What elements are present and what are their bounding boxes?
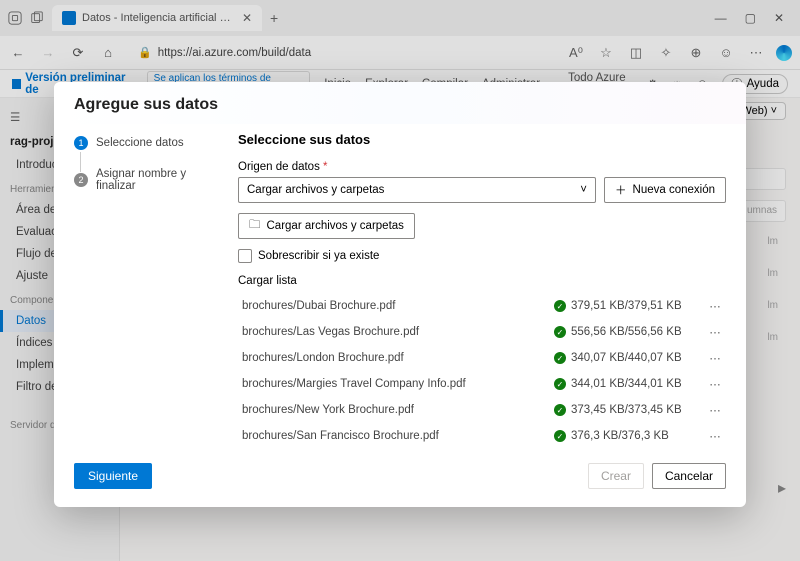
upload-row: brochures/Las Vegas Brochure.pdf✓556,56 … — [238, 319, 726, 345]
wizard-steps: 1 Seleccione datos 2 Asignar nombre y fi… — [74, 128, 214, 449]
upload-row: brochures/Margies Travel Company Info.pd… — [238, 371, 726, 397]
upload-status: ✓340,07 KB/440,07 KB — [554, 352, 704, 364]
success-icon: ✓ — [554, 326, 566, 338]
upload-status: ✓373,45 KB/373,45 KB — [554, 404, 704, 416]
upload-status: ✓376,3 KB/376,3 KB — [554, 430, 704, 442]
cancel-button[interactable]: Cancelar — [652, 463, 726, 489]
row-more-icon[interactable]: ⋯ — [704, 351, 726, 365]
upload-status: ✓379,51 KB/379,51 KB — [554, 300, 704, 312]
checkbox-box — [238, 249, 252, 263]
upload-filename: brochures/Margies Travel Company Info.pd… — [238, 378, 554, 390]
upload-filename: brochures/Dubai Brochure.pdf — [238, 300, 554, 312]
upload-row: brochures/San Francisco Brochure.pdf✓376… — [238, 423, 726, 449]
overwrite-label: Sobrescribir si ya existe — [258, 250, 379, 262]
wizard-step-1[interactable]: 1 Seleccione datos — [74, 136, 214, 150]
row-more-icon[interactable]: ⋯ — [704, 377, 726, 391]
step-label: Seleccione datos — [96, 137, 184, 149]
upload-filename: brochures/London Brochure.pdf — [238, 352, 554, 364]
wizard-step-2[interactable]: 2 Asignar nombre y finalizar — [74, 168, 214, 192]
modal-title: Agregue sus datos — [54, 82, 746, 124]
folder-icon: 🗀 — [249, 217, 261, 236]
upload-filename: brochures/San Francisco Brochure.pdf — [238, 430, 554, 442]
panel: Seleccione sus datos Origen de datos Car… — [238, 128, 726, 449]
modal-footer: Siguiente Crear Cancelar — [54, 449, 746, 507]
upload-row: brochures/London Brochure.pdf✓340,07 KB/… — [238, 345, 726, 371]
row-more-icon[interactable]: ⋯ — [704, 325, 726, 339]
modal-overlay: Agregue sus datos 1 Seleccione datos 2 A… — [0, 0, 800, 561]
chevron-down-icon: ˅ — [580, 184, 587, 196]
success-icon: ✓ — [554, 430, 566, 442]
row-more-icon[interactable]: ⋯ — [704, 403, 726, 417]
upload-row: brochures/New York Brochure.pdf✓373,45 K… — [238, 397, 726, 423]
step-label: Asignar nombre y finalizar — [96, 168, 214, 192]
success-icon: ✓ — [554, 404, 566, 416]
step-number-icon: 1 — [74, 136, 88, 150]
next-button[interactable]: Siguiente — [74, 463, 152, 489]
upload-status: ✓556,56 KB/556,56 KB — [554, 326, 704, 338]
select-value: Cargar archivos y carpetas — [247, 184, 384, 196]
panel-title: Seleccione sus datos — [238, 132, 726, 147]
upload-files-button[interactable]: 🗀 Cargar archivos y carpetas — [238, 213, 415, 239]
row-more-icon[interactable]: ⋯ — [704, 429, 726, 443]
success-icon: ✓ — [554, 300, 566, 312]
upload-list-header: Cargar lista — [238, 275, 726, 287]
new-connection-button[interactable]: ＋ Nueva conexión — [604, 177, 726, 203]
step-number-icon: 2 — [74, 173, 88, 187]
add-data-modal: Agregue sus datos 1 Seleccione datos 2 A… — [54, 82, 746, 507]
success-icon: ✓ — [554, 352, 566, 364]
upload-filename: brochures/New York Brochure.pdf — [238, 404, 554, 416]
success-icon: ✓ — [554, 378, 566, 390]
plus-icon: ＋ — [615, 182, 627, 198]
upload-filename: brochures/Las Vegas Brochure.pdf — [238, 326, 554, 338]
datasource-select[interactable]: Cargar archivos y carpetas ˅ — [238, 177, 596, 203]
upload-status: ✓344,01 KB/344,01 KB — [554, 378, 704, 390]
overwrite-checkbox[interactable]: Sobrescribir si ya existe — [238, 249, 726, 263]
row-more-icon[interactable]: ⋯ — [704, 299, 726, 313]
upload-row: brochures/Dubai Brochure.pdf✓379,51 KB/3… — [238, 293, 726, 319]
create-button: Crear — [588, 463, 644, 489]
upload-list: brochures/Dubai Brochure.pdf✓379,51 KB/3… — [238, 293, 726, 449]
datasource-label: Origen de datos — [238, 161, 726, 173]
